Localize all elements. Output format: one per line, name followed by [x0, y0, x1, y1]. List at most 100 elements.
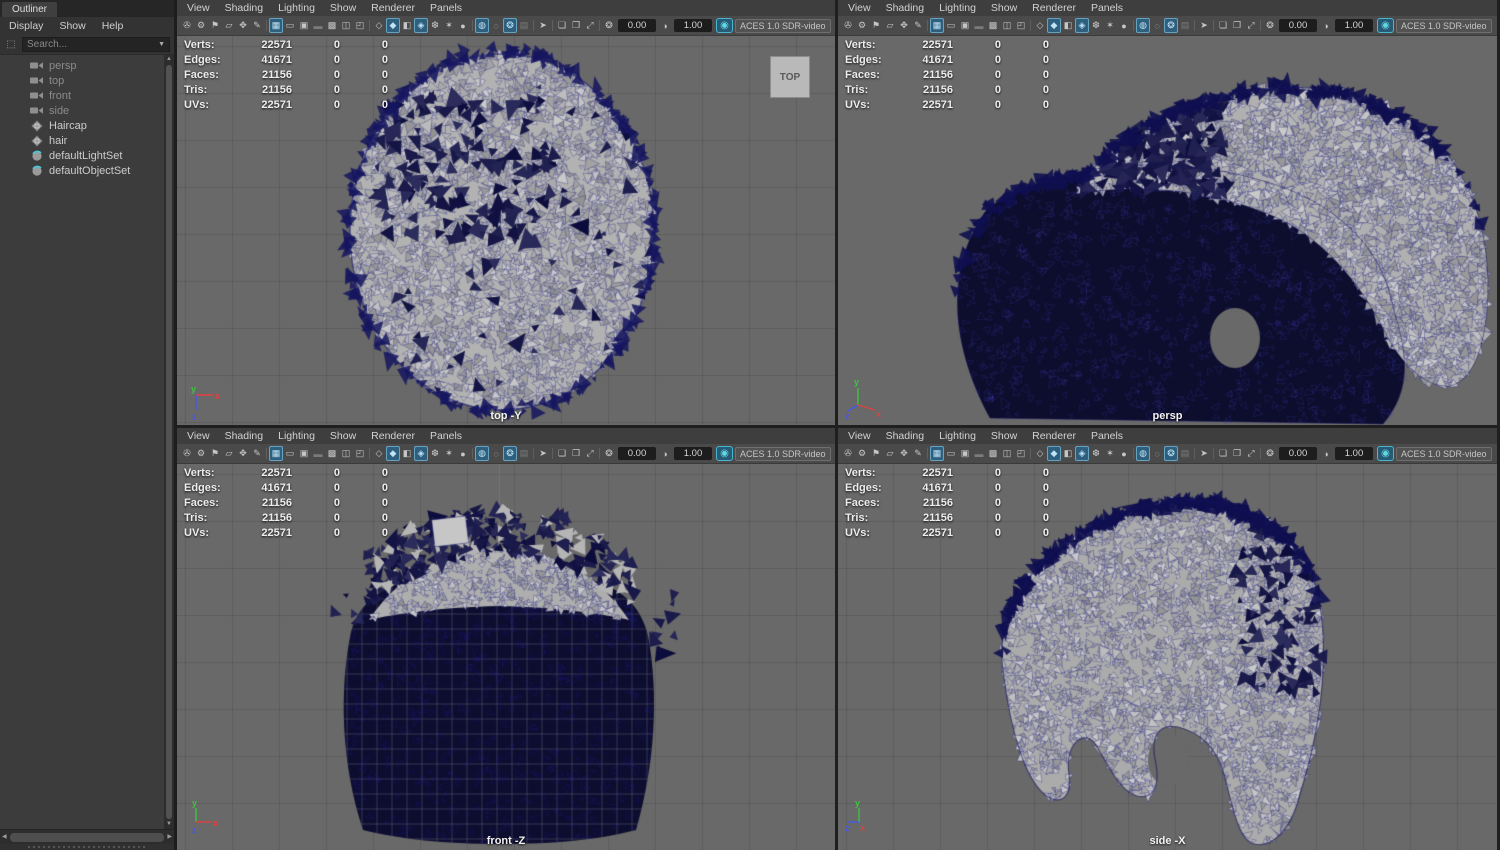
safe-title-icon[interactable]: ◰ [1014, 18, 1028, 33]
shadows-icon[interactable]: ● [1117, 18, 1131, 33]
vp-menu-shading[interactable]: Shading [886, 2, 925, 14]
textured-icon[interactable]: ◧ [400, 18, 414, 33]
vp-menu-lighting[interactable]: Lighting [939, 430, 976, 442]
safe-action-icon[interactable]: ◫ [339, 18, 353, 33]
image-plane-icon[interactable]: ▱ [222, 446, 236, 461]
grid-icon[interactable]: ▦ [930, 18, 944, 33]
scroll-left-icon[interactable]: ◀ [2, 833, 7, 842]
scene-view-icon[interactable]: ❐ [1230, 446, 1244, 461]
field-chart-icon[interactable]: ▩ [986, 446, 1000, 461]
snapshot-icon[interactable]: ❏ [555, 446, 569, 461]
outliner-item-front[interactable]: front [0, 88, 164, 103]
anti-aliasing-icon[interactable]: ❂ [503, 18, 517, 33]
gamma-icon[interactable]: ◑ [1319, 18, 1333, 33]
select-camera-icon[interactable]: ✇ [841, 446, 855, 461]
scroll-right-icon[interactable]: ▶ [167, 833, 172, 842]
exposure-icon[interactable]: ❂ [1263, 18, 1277, 33]
outliner-menu-help[interactable]: Help [102, 20, 124, 32]
safe-title-icon[interactable]: ◰ [1014, 446, 1028, 461]
vp-menu-panels[interactable]: Panels [430, 430, 462, 442]
lighting-icon[interactable]: ✶ [442, 446, 456, 461]
depth-peeling-icon[interactable]: ▤ [1178, 446, 1192, 461]
color-management-icon[interactable]: ◉ [716, 446, 733, 461]
vp-menu-show[interactable]: Show [330, 430, 356, 442]
outliner-horizontal-scrollbar[interactable]: ◀ ▶ [0, 829, 174, 844]
outliner-item-defaultObjectSet[interactable]: defaultObjectSet [0, 163, 164, 178]
default-material-icon[interactable]: ❆ [1089, 18, 1103, 33]
grease-pencil-icon[interactable]: ✎ [250, 18, 264, 33]
field-chart-icon[interactable]: ▩ [325, 446, 339, 461]
occlusion-icon[interactable]: ◍ [1136, 446, 1150, 461]
vp-menu-shading[interactable]: Shading [886, 430, 925, 442]
select-camera-icon[interactable]: ✇ [180, 446, 194, 461]
vp-menu-show[interactable]: Show [991, 2, 1017, 14]
shadows-icon[interactable]: ● [456, 446, 470, 461]
default-material-icon[interactable]: ❆ [428, 18, 442, 33]
film-gate-icon[interactable]: ▭ [944, 18, 958, 33]
outliner-item-top[interactable]: top [0, 73, 164, 88]
camera-attributes-icon[interactable]: ⚙ [855, 18, 869, 33]
pan-zoom-2d-icon[interactable]: ✥ [897, 446, 911, 461]
camera-attributes-icon[interactable]: ⚙ [194, 18, 208, 33]
wireframe-icon[interactable]: ◇ [372, 446, 386, 461]
isolate-select-icon[interactable]: ➤ [1197, 18, 1211, 33]
lighting-icon[interactable]: ✶ [1103, 446, 1117, 461]
scene-view-icon[interactable]: ❐ [569, 18, 583, 33]
frame-all-icon[interactable]: ⤢ [583, 18, 597, 33]
film-gate-icon[interactable]: ▭ [944, 446, 958, 461]
gate-mask-icon[interactable]: ▬ [972, 18, 986, 33]
vp-menu-show[interactable]: Show [991, 430, 1017, 442]
snapshot-icon[interactable]: ❏ [1216, 18, 1230, 33]
safe-action-icon[interactable]: ◫ [339, 446, 353, 461]
scroll-up-icon[interactable]: ▲ [166, 55, 172, 64]
vp-menu-panels[interactable]: Panels [1091, 2, 1123, 14]
anti-aliasing-icon[interactable]: ❂ [1164, 446, 1178, 461]
scroll-down-icon[interactable]: ▼ [166, 820, 172, 829]
vp-menu-panels[interactable]: Panels [430, 2, 462, 14]
gamma-field[interactable]: 1.00 [674, 19, 712, 32]
vp-menu-renderer[interactable]: Renderer [1032, 2, 1076, 14]
shaded-icon[interactable]: ◆ [386, 18, 400, 33]
vp-menu-renderer[interactable]: Renderer [1032, 430, 1076, 442]
gate-mask-icon[interactable]: ▬ [311, 18, 325, 33]
outliner-menu-display[interactable]: Display [9, 20, 43, 32]
grid-icon[interactable]: ▦ [269, 446, 283, 461]
grid-icon[interactable]: ▦ [269, 18, 283, 33]
textured-icon[interactable]: ◧ [400, 446, 414, 461]
image-plane-icon[interactable]: ▱ [222, 18, 236, 33]
vp-menu-renderer[interactable]: Renderer [371, 430, 415, 442]
outliner-item-hair[interactable]: hair [0, 133, 164, 148]
color-management-label[interactable]: ACES 1.0 SDR-video [735, 446, 831, 461]
gate-mask-icon[interactable]: ▬ [972, 446, 986, 461]
image-plane-icon[interactable]: ▱ [883, 446, 897, 461]
vp-menu-lighting[interactable]: Lighting [939, 2, 976, 14]
grease-pencil-icon[interactable]: ✎ [911, 18, 925, 33]
filter-icon[interactable]: ⬚ [4, 39, 18, 50]
occlusion-icon[interactable]: ◍ [475, 446, 489, 461]
pan-zoom-2d-icon[interactable]: ✥ [236, 18, 250, 33]
wireframe-icon[interactable]: ◇ [372, 18, 386, 33]
lighting-icon[interactable]: ✶ [1103, 18, 1117, 33]
isolate-select-icon[interactable]: ➤ [536, 446, 550, 461]
viewport-canvas-area[interactable]: Verts: 22571 0 0 Edges: 41671 0 0 Faces: 21156 0 0 T… [838, 36, 1497, 425]
scene-view-icon[interactable]: ❐ [569, 446, 583, 461]
outliner-item-defaultLightSet[interactable]: defaultLightSet [0, 148, 164, 163]
camera-bookmark-icon[interactable]: ⚑ [869, 18, 883, 33]
viewport-canvas-area[interactable]: Verts: 22571 0 0 Edges: 41671 0 0 Faces: 21156 0 0 T… [838, 464, 1497, 850]
panel-resize-grip[interactable] [0, 844, 174, 850]
textured-icon[interactable]: ◧ [1061, 446, 1075, 461]
film-gate-icon[interactable]: ▭ [283, 18, 297, 33]
vp-menu-view[interactable]: View [848, 2, 871, 14]
select-camera-icon[interactable]: ✇ [180, 18, 194, 33]
textured-icon[interactable]: ◧ [1061, 18, 1075, 33]
shaded-icon[interactable]: ◆ [1047, 18, 1061, 33]
image-plane-icon[interactable]: ▱ [883, 18, 897, 33]
grid-icon[interactable]: ▦ [930, 446, 944, 461]
exposure-icon[interactable]: ❂ [602, 446, 616, 461]
camera-attributes-icon[interactable]: ⚙ [855, 446, 869, 461]
color-management-label[interactable]: ACES 1.0 SDR-video [735, 18, 831, 33]
default-material-icon[interactable]: ❆ [428, 446, 442, 461]
vp-menu-shading[interactable]: Shading [225, 430, 264, 442]
exposure-field[interactable]: 0.00 [1279, 19, 1317, 32]
camera-bookmark-icon[interactable]: ⚑ [208, 18, 222, 33]
